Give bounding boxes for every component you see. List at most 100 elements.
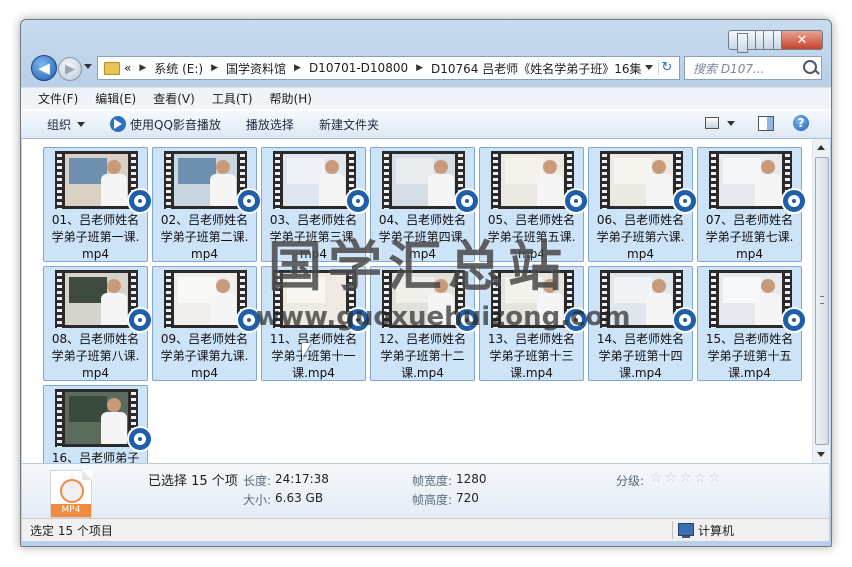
search-icon [803, 60, 817, 74]
watermark-url: www.guoxuehuizong.com [256, 302, 631, 332]
breadcrumb-overflow[interactable]: « [124, 61, 131, 75]
file-name: 15、吕老师姓名学弟子班第十五课.mp4 [705, 332, 794, 380]
file-name: 12、吕老师姓名学弟子班第十二课.mp4 [378, 332, 467, 380]
menu-edit[interactable]: 编辑(E) [95, 90, 136, 107]
playlist-button[interactable]: 播放选择 [246, 116, 294, 133]
qq-player-badge-icon [563, 188, 589, 214]
qq-player-badge-icon [672, 188, 698, 214]
new-folder-button[interactable]: 新建文件夹 [319, 116, 379, 133]
frame-width-label: 帧宽度: [412, 474, 453, 488]
breadcrumb-item[interactable]: D10701-D10800 [309, 61, 408, 75]
rating-label: 分级: [616, 474, 645, 488]
video-thumbnail [709, 270, 792, 328]
vertical-scrollbar[interactable] [812, 139, 830, 463]
change-view-icon[interactable] [705, 117, 719, 129]
frame-width-value: 1280 [456, 472, 487, 486]
menu-view[interactable]: 查看(V) [153, 90, 195, 107]
command-bar: 组织 使用QQ影音播放 播放选择 新建文件夹 ? [21, 109, 831, 139]
play-qq-button[interactable]: 使用QQ影音播放 [110, 116, 221, 133]
organize-button[interactable]: 组织 [47, 116, 86, 133]
minimize-icon [736, 33, 748, 53]
qq-player-badge-icon [236, 188, 262, 214]
file-tile[interactable]: 09、吕老师姓名学弟子课第九课.mp4 [152, 266, 262, 381]
search-placeholder: 搜索 D107... [693, 61, 765, 76]
search-input[interactable]: 搜索 D107... [684, 56, 822, 80]
refresh-icon[interactable]: ↻ [658, 60, 675, 76]
file-tile[interactable]: 16、吕老师弟子 [43, 385, 153, 463]
window-controls: ✕ [728, 30, 823, 53]
preview-pane-icon[interactable] [758, 116, 774, 131]
file-tile[interactable]: 15、吕老师姓名学弟子班第十五课.mp4 [697, 266, 807, 381]
breadcrumb-item[interactable]: 系统 (E:) [154, 60, 203, 77]
file-tile[interactable]: 06、吕老师姓名学弟子班第六课.mp4 [588, 147, 698, 262]
chevron-right-icon[interactable]: ▶ [139, 63, 146, 73]
file-tile[interactable]: 07、吕老师姓名学弟子班第七课.mp4 [697, 147, 807, 262]
breadcrumb-item[interactable]: D10764 吕老师《姓名学弟子班》16集 [431, 60, 642, 77]
chevron-right-icon[interactable]: ▶ [211, 63, 218, 73]
star-icon[interactable]: ☆ [679, 470, 692, 486]
forward-button[interactable]: ▶ [58, 57, 82, 81]
new-folder-label: 新建文件夹 [318, 117, 379, 132]
star-icon[interactable]: ☆ [708, 470, 721, 486]
qq-player-badge-icon [781, 307, 807, 333]
close-button[interactable]: ✕ [782, 30, 823, 50]
video-thumbnail [273, 151, 356, 209]
qq-player-badge-icon [127, 307, 153, 333]
star-icon[interactable]: ☆ [694, 470, 707, 486]
star-icon[interactable]: ☆ [665, 470, 678, 486]
qq-player-badge-icon [127, 426, 153, 452]
grip-icon [820, 296, 824, 304]
close-icon: ✕ [796, 32, 808, 48]
menu-bar: 文件(F) 编辑(E) 查看(V) 工具(T) 帮助(H) [21, 87, 831, 109]
video-thumbnail [55, 151, 138, 209]
qq-player-badge-icon [672, 307, 698, 333]
chevron-right-icon[interactable]: ▶ [294, 63, 301, 73]
back-button[interactable]: ◀ [31, 55, 57, 81]
qq-player-badge-icon [454, 188, 480, 214]
minimize-button[interactable] [728, 30, 756, 53]
video-thumbnail [164, 270, 247, 328]
watermark-title: 国学汇总站 [268, 235, 568, 298]
file-name: 07、吕老师姓名学弟子班第七课.mp4 [705, 213, 794, 261]
file-name: 06、吕老师姓名学弟子班第六课.mp4 [596, 213, 685, 261]
length-value: 24:17:38 [275, 472, 329, 486]
video-thumbnail [600, 151, 683, 209]
menu-tools[interactable]: 工具(T) [212, 90, 253, 107]
menu-file[interactable]: 文件(F) [38, 90, 78, 107]
help-icon[interactable]: ? [793, 115, 809, 131]
address-dropdown-icon[interactable] [645, 65, 653, 70]
video-thumbnail [55, 270, 138, 328]
file-name: 02、吕老师姓名学弟子班第二课.mp4 [160, 213, 249, 261]
rating-stars[interactable]: ☆ ☆ ☆ ☆ ☆ [650, 470, 723, 486]
maximize-button[interactable] [756, 30, 782, 50]
details-pane: MP4 已选择 15 个项 长度: 24:17:38 大小: 6.63 GB 帧… [22, 463, 829, 519]
maximize-icon [763, 30, 774, 50]
chevron-down-icon [77, 121, 86, 127]
file-tile[interactable]: 01、吕老师姓名学弟子班第一课.mp4 [43, 147, 153, 262]
address-bar[interactable]: « ▶ 系统 (E:) ▶ 国学资料馆 ▶ D10701-D10800 ▶ D1… [97, 56, 680, 80]
video-thumbnail [491, 151, 574, 209]
star-icon[interactable]: ☆ [650, 470, 663, 486]
view-dropdown-icon[interactable] [727, 121, 735, 126]
file-list: 01、吕老师姓名学弟子班第一课.mp4 02、吕老师姓名学弟子班第二课.mp4 … [22, 139, 812, 463]
file-tile[interactable]: 02、吕老师姓名学弟子班第二课.mp4 [152, 147, 262, 262]
file-tile[interactable]: 08、吕老师姓名学弟子班第八课.mp4 [43, 266, 153, 381]
qq-player-badge-icon [127, 188, 153, 214]
scroll-down-icon[interactable] [817, 452, 825, 457]
size-value: 6.63 GB [275, 491, 324, 505]
size-label: 大小: [243, 493, 272, 507]
scroll-up-icon[interactable] [817, 145, 825, 150]
chevron-right-icon[interactable]: ▶ [416, 63, 423, 73]
arrow-left-icon: ◀ [38, 59, 50, 77]
qq-player-badge-icon [781, 188, 807, 214]
video-thumbnail [55, 389, 138, 447]
selection-count: 已选择 15 个项 [148, 474, 238, 489]
menu-help[interactable]: 帮助(H) [270, 90, 312, 107]
file-name: 08、吕老师姓名学弟子班第八课.mp4 [51, 332, 140, 380]
status-location: 计算机 [698, 524, 735, 538]
breadcrumb-item[interactable]: 国学资料馆 [226, 60, 286, 77]
scroll-thumb[interactable] [815, 157, 829, 445]
status-divider [672, 521, 673, 539]
recent-pages-dropdown[interactable] [84, 64, 92, 69]
navigation-bar: ◀ ▶ « ▶ 系统 (E:) ▶ 国学资料馆 ▶ D10701-D10800 … [29, 54, 823, 82]
